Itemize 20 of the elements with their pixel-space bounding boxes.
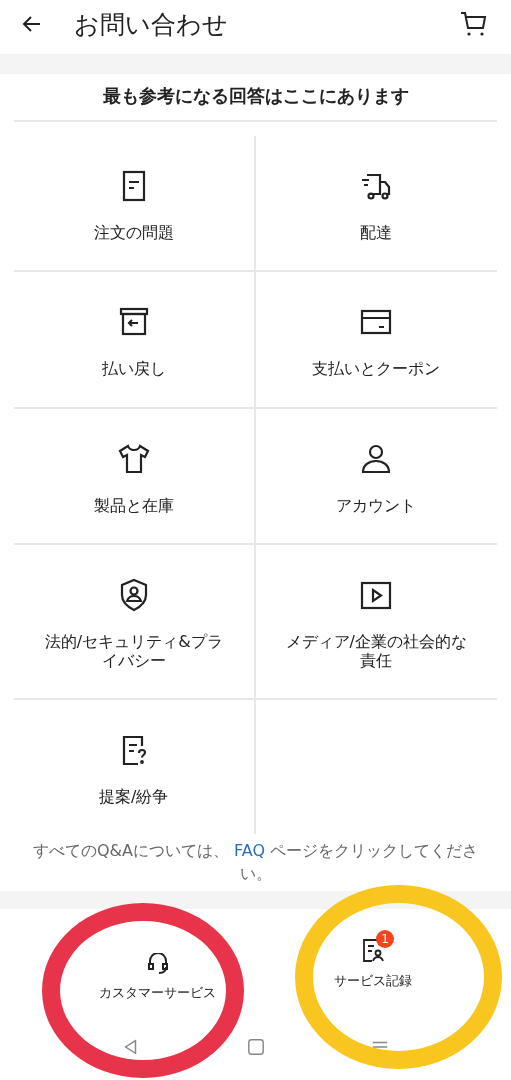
section-heading: 最も参考になる回答はここにあります bbox=[14, 74, 497, 122]
topic-item[interactable]: 支払いとクーポン bbox=[255, 272, 497, 407]
record-icon bbox=[362, 939, 384, 962]
home-nav-icon[interactable] bbox=[246, 1038, 265, 1056]
faq-link[interactable]: FAQ bbox=[234, 841, 265, 861]
topic-item[interactable]: 提案/紛争 bbox=[14, 699, 254, 835]
page-title: お問い合わせ bbox=[74, 8, 229, 41]
topic-item[interactable]: 法的/セキュリティ&プライバシー bbox=[14, 545, 254, 698]
topic-item[interactable]: メディア/企業の社会的な責任 bbox=[255, 545, 497, 698]
faq-note: すべてのQ&Aについては、 FAQ ページをクリックしてください。 bbox=[31, 840, 480, 885]
topic-item[interactable]: 配達 bbox=[255, 136, 497, 271]
count-badge: 1 bbox=[376, 930, 394, 948]
topic-item[interactable]: 注文の問題 bbox=[14, 136, 254, 271]
headset-icon bbox=[147, 953, 168, 974]
cart-icon[interactable] bbox=[459, 10, 487, 38]
topic-item[interactable]: アカウント bbox=[255, 408, 497, 544]
topic-item[interactable]: 製品と在庫 bbox=[14, 408, 254, 544]
bottom-action[interactable]: 1 サービス記録 bbox=[334, 930, 412, 990]
bottom-action[interactable]: カスタマーサービス bbox=[99, 942, 216, 1002]
topic-item[interactable]: 払い戻し bbox=[14, 272, 254, 407]
